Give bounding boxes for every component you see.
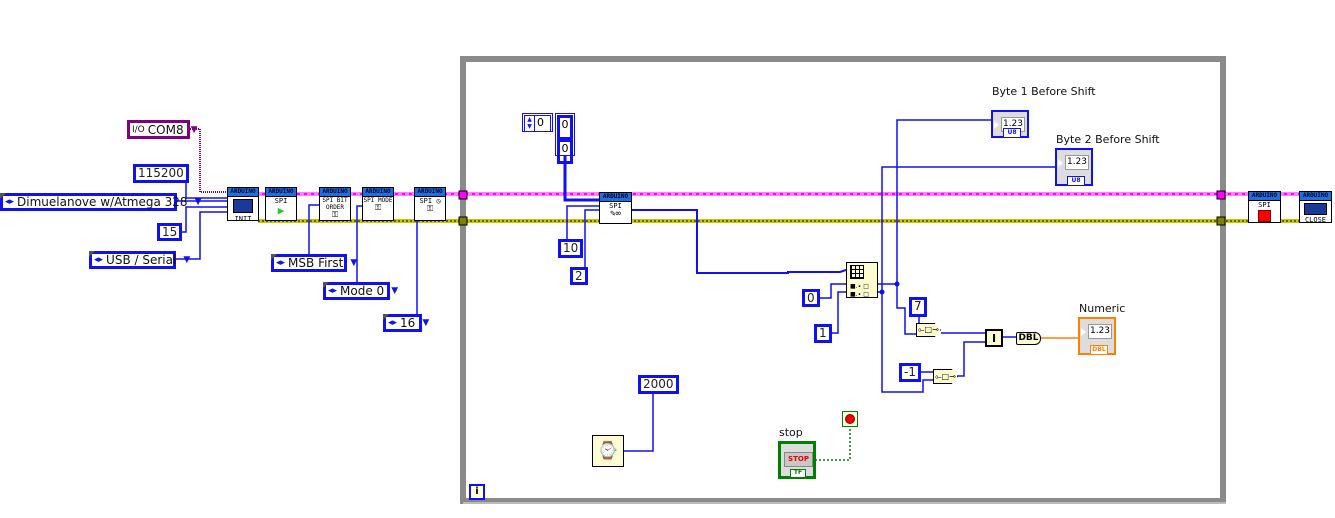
byte1-label: Byte 1 Before Shift — [992, 85, 1096, 98]
clock-icon: ◷ — [436, 197, 441, 205]
board-type-ring[interactable]: ◂▸ Dimuelanove w/Atmega 328 ▼ — [0, 193, 201, 211]
join-numbers-function[interactable]: I — [985, 329, 1003, 347]
stop-square-icon — [1258, 210, 1271, 222]
byte2-indicator[interactable]: 1.23 U8 — [1055, 148, 1093, 186]
bytes-per-packet-constant[interactable]: 15 — [157, 223, 183, 241]
shift-7-constant[interactable]: 7 — [909, 297, 927, 317]
arrows-icon: ◂▸ — [328, 286, 338, 296]
pencil-glasses-icon: ✎∞ — [610, 209, 621, 219]
visa-resource-control[interactable]: I/O COM8 ▼ — [127, 120, 198, 139]
array-icon — [850, 265, 864, 279]
bytes-to-read-constant[interactable]: 2 — [570, 267, 588, 285]
error-tunnel-left — [458, 216, 468, 226]
spi-mode-vi[interactable]: ARDUINO SPI MODE ⚿ — [362, 187, 394, 221]
wrench-icon: ⚿ — [331, 210, 339, 219]
byte2-label: Byte 2 Before Shift — [1056, 133, 1160, 146]
index-0-constant[interactable]: 0 — [802, 289, 820, 307]
play-icon: ▶ — [277, 204, 285, 217]
init-vi[interactable]: ARDUINO INIT — [227, 187, 259, 223]
numeric-indicator[interactable]: 1.23 DBL — [1078, 317, 1116, 355]
arrows-icon: ◂▸ — [276, 258, 286, 268]
wrench-icon: ⚿ — [374, 203, 382, 212]
stop-label: stop — [779, 426, 803, 439]
shift-minus1-constant[interactable]: -1 — [899, 363, 921, 382]
loop-condition-terminal[interactable] — [842, 411, 858, 427]
index-array-function[interactable]: ■.∙ □ ■.∙ □ — [846, 262, 878, 298]
array-index-display[interactable]: ▲ ▼ 0 — [522, 113, 553, 132]
close-vi[interactable]: ARDUINO CLOSE — [1299, 191, 1332, 224]
arrows-icon: ◂▸ — [94, 255, 104, 265]
chevron-down-icon[interactable]: ▼ — [187, 124, 198, 136]
spi-bit-order-vi[interactable]: ARDUINO SPI BIT ORDER ⚿ — [319, 187, 351, 221]
chevron-down-icon[interactable]: ▼ — [418, 317, 429, 329]
array-element[interactable]: 0 — [557, 139, 573, 164]
iteration-terminal: i — [469, 484, 485, 500]
chevron-down-icon[interactable]: ▼ — [191, 196, 202, 208]
byte1-indicator[interactable]: 1.23 U8 — [991, 110, 1029, 138]
spi-read-write-vi[interactable]: ARDUINO SPI ✎∞ — [599, 192, 632, 224]
wait-function[interactable]: ⌚ — [592, 435, 624, 467]
stop-if-true-icon — [845, 414, 855, 424]
connection-type-ring[interactable]: ◂▸ USB / Serial ▼ — [89, 251, 190, 269]
index-1-constant[interactable]: 1 — [814, 324, 832, 343]
chevron-down-icon[interactable]: ▼ — [346, 257, 357, 269]
chevron-down-icon[interactable]: ▼ — [387, 285, 398, 297]
clock-divider-ring[interactable]: ◂▸ 16 ▼ — [383, 314, 429, 332]
spi-open-vi[interactable]: ARDUINO SPI ▶ — [265, 187, 297, 221]
block-diagram: I/O COM8 ▼ 115200 ◂▸ Dimuelanove w/Atmega 3… — [0, 0, 1335, 518]
board-icon — [1304, 203, 1327, 215]
visa-tunnel-right — [1216, 190, 1226, 200]
stop-button-terminal[interactable]: STOP TF — [778, 441, 816, 479]
baud-rate-constant[interactable]: 115200 — [133, 164, 189, 183]
error-tunnel-right — [1216, 216, 1226, 226]
spi-mode-ring[interactable]: ◂▸ Mode 0 ▼ — [323, 282, 398, 300]
increment-decrement-icon[interactable]: ▲ ▼ — [525, 116, 535, 131]
watch-icon: ⌚ — [597, 441, 619, 461]
to-double-function[interactable]: DBL — [1016, 332, 1041, 345]
cs-pin-constant[interactable]: 10 — [558, 239, 584, 258]
arrows-icon: ◂▸ — [388, 318, 398, 328]
spi-close-vi[interactable]: ARDUINO SPI — [1248, 191, 1281, 223]
wait-ms-constant[interactable]: 2000 — [638, 375, 679, 394]
chevron-down-icon[interactable]: ▼ — [179, 254, 190, 266]
spi-clock-vi[interactable]: ARDUINO SPI ◷ ⚿ — [414, 187, 446, 221]
bit-order-ring[interactable]: ◂▸ MSB First ▼ — [271, 254, 357, 272]
visa-tunnel-left — [458, 190, 468, 200]
wires — [175, 56, 1300, 504]
array-constant[interactable]: 0 0 — [555, 113, 575, 164]
numeric-label: Numeric — [1079, 302, 1126, 315]
board-icon — [233, 199, 253, 213]
visa-icon: I/O — [132, 124, 145, 135]
wrench-icon: ⚿ — [426, 204, 434, 213]
arrows-icon: ◂▸ — [5, 197, 15, 207]
array-element[interactable]: 0 — [557, 115, 573, 140]
